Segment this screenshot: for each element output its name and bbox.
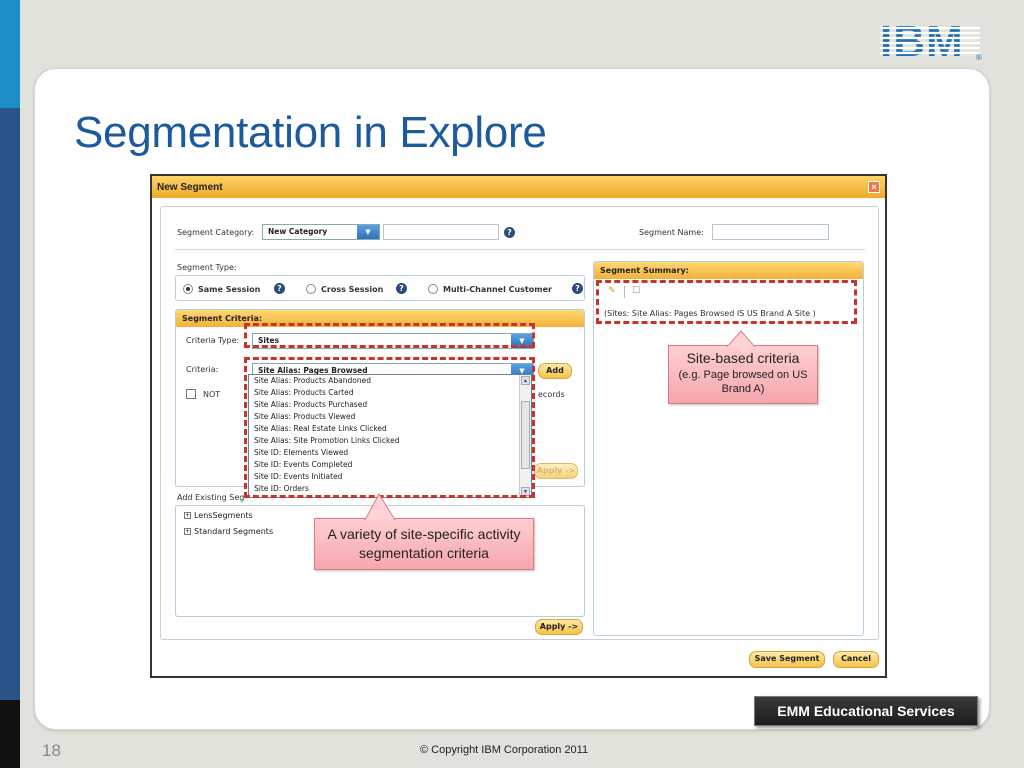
radio-multi-channel[interactable]	[428, 284, 438, 294]
segment-category-select[interactable]: New Category ▼	[262, 224, 380, 240]
emm-educational-services-badge: EMM Educational Services	[754, 696, 978, 726]
tree-item-lens-segments[interactable]: + LensSegments	[184, 511, 253, 520]
chevron-down-icon[interactable]: ▼	[357, 225, 379, 239]
callout-site-based-body: (e.g. Page browsed on US Brand A)	[678, 369, 808, 395]
callout-site-based-title: Site-based criteria	[686, 350, 800, 366]
radio-cross-session[interactable]	[306, 284, 316, 294]
save-segment-button[interactable]: Save Segment	[749, 651, 825, 668]
ibm-logo: IBM ®	[880, 20, 982, 64]
radio-same-session[interactable]	[183, 284, 193, 294]
type-label-cross-session: Cross Session	[321, 285, 384, 294]
segment-type-label: Segment Type:	[177, 263, 237, 272]
copyright-text: © Copyright IBM Corporation 2011	[420, 744, 589, 756]
help-icon[interactable]: ?	[274, 283, 285, 294]
type-label-same-session: Same Session	[198, 285, 261, 294]
segment-category-value: New Category	[268, 227, 328, 236]
help-icon[interactable]: ?	[504, 227, 515, 238]
expand-icon[interactable]: +	[184, 512, 191, 519]
callout-site-based: Site-based criteria (e.g. Page browsed o…	[668, 330, 818, 404]
segment-name-input[interactable]	[712, 224, 829, 240]
records-label: ecords	[538, 390, 565, 399]
tree-item-standard-segments[interactable]: + Standard Segments	[184, 527, 273, 536]
segment-summary-header: Segment Summary:	[594, 262, 863, 279]
criteria-apply-button[interactable]: Apply ->	[534, 463, 578, 479]
highlight-criteria-list	[244, 357, 535, 498]
dialog-titlebar: New Segment ×	[152, 176, 885, 198]
not-checkbox[interactable]	[186, 389, 196, 399]
add-existing-label: Add Existing Seg	[177, 493, 245, 502]
help-icon[interactable]: ?	[396, 283, 407, 294]
left-accent-bar-footer	[0, 700, 20, 768]
left-accent-bar-bottom	[0, 108, 20, 700]
svg-text:®: ®	[976, 53, 982, 62]
close-icon[interactable]: ×	[868, 181, 880, 193]
callout-variety-text: A variety of site-specific activity segm…	[327, 526, 521, 561]
criteria-type-label: Criteria Type:	[186, 336, 240, 345]
slide-title: Segmentation in Explore	[74, 108, 547, 157]
callout-variety: A variety of site-specific activity segm…	[314, 493, 534, 570]
not-label: NOT	[203, 390, 221, 399]
cancel-button[interactable]: Cancel	[833, 651, 879, 668]
segment-type-group: Same Session ? Cross Session ? Multi-Cha…	[175, 275, 585, 301]
left-accent-bar-top	[0, 0, 20, 108]
slide-number: 18	[42, 741, 61, 760]
segment-category-label: Segment Category:	[177, 228, 255, 237]
highlight-criteria-type	[244, 323, 535, 348]
existing-apply-button[interactable]: Apply ->	[535, 619, 583, 635]
callout-pointer	[364, 493, 396, 520]
segment-category-input[interactable]	[383, 224, 499, 240]
expand-icon[interactable]: +	[184, 528, 191, 535]
help-icon[interactable]: ?	[572, 283, 583, 294]
type-label-multi-channel: Multi-Channel Customer	[443, 285, 552, 294]
divider	[175, 249, 865, 250]
highlight-summary	[596, 280, 857, 324]
criteria-label: Criteria:	[186, 365, 219, 374]
segment-name-label: Segment Name:	[639, 228, 704, 237]
dialog-title: New Segment	[157, 181, 223, 193]
callout-pointer	[727, 330, 755, 347]
add-button[interactable]: Add	[538, 363, 572, 379]
